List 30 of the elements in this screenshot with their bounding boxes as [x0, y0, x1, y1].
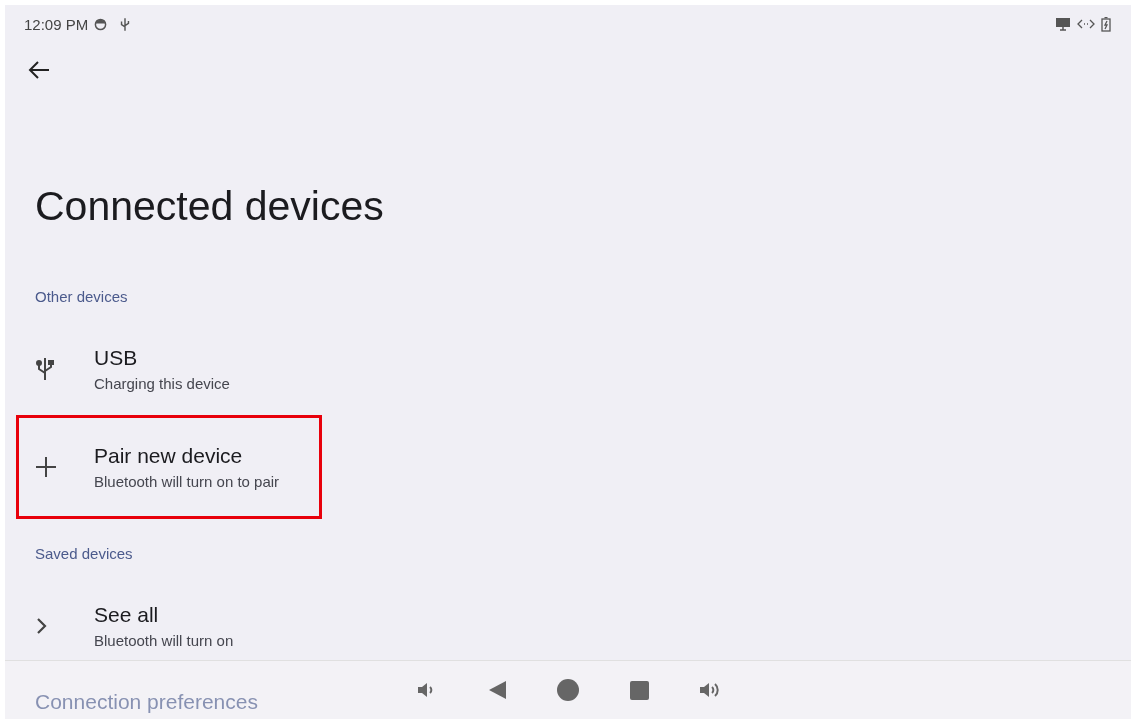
volume-down-icon: [417, 681, 435, 699]
item-title: Pair new device: [94, 444, 244, 469]
chevron-right-icon: [35, 617, 47, 636]
back-arrow-icon: [28, 61, 50, 79]
square-recents-icon: [629, 680, 649, 700]
highlighted-list-item[interactable]: Pair new device Bluetooth will turn on to pair: [19, 418, 319, 517]
item-subtitle: Charging this device: [94, 375, 230, 393]
triangle-back-icon: [488, 680, 506, 700]
home-button[interactable]: [556, 678, 580, 702]
recents-button[interactable]: [627, 678, 651, 702]
battery-charging-icon: [1101, 16, 1111, 32]
item-subtitle: Bluetooth will turn on: [94, 632, 234, 650]
face-icon: [94, 17, 108, 31]
item-title: See all: [94, 603, 160, 628]
item-subtitle: Bluetooth will turn on to pair: [94, 473, 280, 491]
section-heading: Other devices: [35, 287, 128, 308]
item-title: USB: [94, 346, 139, 371]
list-item[interactable]: See all Bluetooth will turn on: [5, 595, 1131, 658]
section-heading: Connection preferences: [35, 691, 258, 714]
code-arrows-icon: [1077, 19, 1095, 29]
circle-home-icon: [557, 679, 579, 701]
usb-icon: [119, 16, 132, 32]
monitor-icon: [1055, 17, 1071, 31]
status-time: 12:09 PM: [24, 15, 89, 33]
page-title: Connected devices: [35, 182, 385, 231]
section-heading: Saved devices: [35, 544, 133, 565]
plus-icon: [35, 456, 57, 479]
volume-up-icon: [699, 680, 721, 700]
list-item[interactable]: USB Charging this device: [5, 338, 1131, 401]
usb-icon: [35, 356, 55, 383]
